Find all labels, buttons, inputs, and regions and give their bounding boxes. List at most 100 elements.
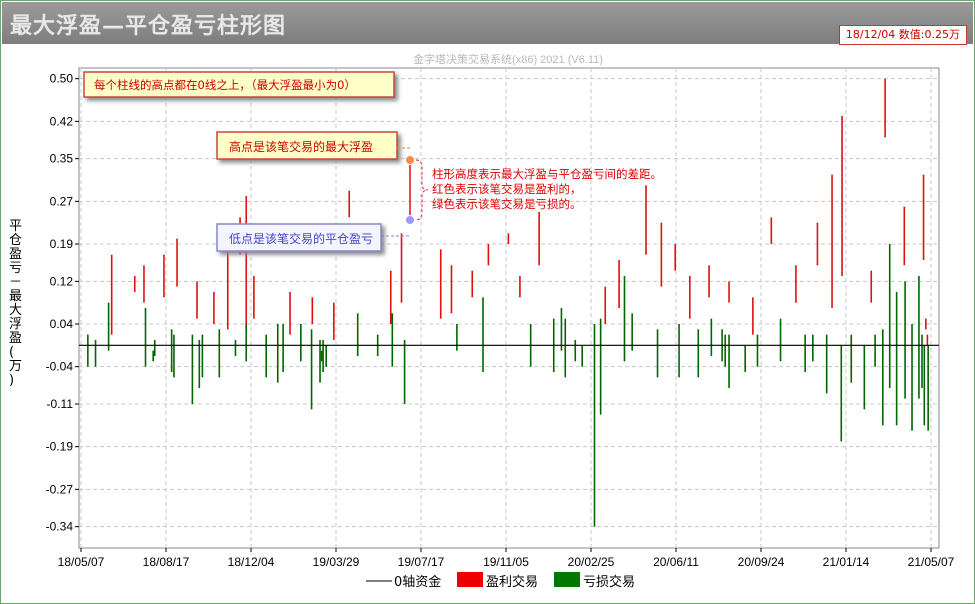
profit-bar[interactable]: [311, 297, 314, 324]
loss-bar[interactable]: [927, 345, 929, 431]
loss-bar[interactable]: [623, 276, 626, 362]
profit-bar[interactable]: [400, 233, 403, 303]
profit-bar[interactable]: [925, 318, 927, 330]
profit-bar[interactable]: [604, 286, 607, 324]
profit-bar[interactable]: [728, 281, 730, 303]
profit-bar[interactable]: [289, 292, 291, 335]
profit-bar[interactable]: [538, 212, 540, 266]
loss-bar[interactable]: [144, 308, 147, 367]
loss-bar[interactable]: [201, 334, 204, 378]
loss-bar[interactable]: [482, 297, 484, 372]
loss-bar[interactable]: [564, 318, 567, 378]
loss-bar[interactable]: [888, 244, 891, 388]
loss-bar[interactable]: [904, 281, 906, 399]
profit-bar[interactable]: [487, 244, 490, 266]
profit-bar[interactable]: [196, 281, 198, 319]
loss-bar[interactable]: [87, 334, 89, 367]
profit-bar[interactable]: [471, 270, 474, 298]
profit-bar[interactable]: [507, 233, 510, 244]
loss-bar[interactable]: [173, 334, 175, 378]
loss-bar[interactable]: [456, 324, 458, 351]
profit-bar[interactable]: [752, 297, 754, 335]
profit-bar[interactable]: [348, 190, 351, 218]
loss-bar[interactable]: [678, 324, 680, 378]
loss-bar[interactable]: [300, 324, 302, 362]
profit-bar[interactable]: [660, 222, 663, 287]
profit-bar[interactable]: [689, 276, 691, 319]
loss-bar[interactable]: [779, 318, 782, 362]
profit-bar[interactable]: [143, 265, 145, 303]
profit-bar[interactable]: [163, 254, 165, 298]
loss-bar[interactable]: [825, 334, 828, 394]
profit-bar[interactable]: [110, 254, 113, 335]
profit-bar[interactable]: [389, 270, 392, 324]
loss-bar[interactable]: [320, 350, 323, 362]
loss-bar[interactable]: [911, 324, 913, 431]
profit-bar[interactable]: [333, 302, 335, 340]
profit-bar[interactable]: [226, 238, 229, 330]
profit-bar[interactable]: [870, 270, 873, 303]
profit-bar[interactable]: [213, 292, 215, 324]
profit-bar[interactable]: [618, 260, 620, 308]
profit-bar[interactable]: [519, 276, 521, 298]
profit-bar[interactable]: [831, 174, 833, 308]
profit-bar[interactable]: [795, 265, 797, 303]
loss-bar[interactable]: [599, 318, 602, 415]
loss-bar[interactable]: [812, 334, 814, 362]
loss-bar[interactable]: [245, 324, 248, 362]
loss-bar[interactable]: [310, 329, 313, 410]
loss-bar[interactable]: [403, 340, 406, 404]
loss-bar[interactable]: [874, 334, 876, 367]
profit-bar[interactable]: [439, 249, 442, 319]
profit-bar[interactable]: [926, 334, 929, 346]
loss-bar[interactable]: [152, 350, 154, 362]
loss-bar[interactable]: [881, 329, 884, 426]
loss-bar[interactable]: [581, 345, 583, 367]
profit-bar[interactable]: [708, 265, 710, 298]
profit-bar[interactable]: [450, 265, 453, 314]
profit-bar[interactable]: [903, 206, 906, 266]
loss-bar[interactable]: [560, 308, 563, 351]
profit-bar[interactable]: [245, 196, 248, 330]
loss-bar[interactable]: [107, 302, 110, 351]
profit-bar[interactable]: [816, 222, 819, 266]
loss-bar[interactable]: [234, 340, 237, 356]
loss-bar[interactable]: [923, 345, 926, 426]
loss-bar[interactable]: [863, 345, 866, 410]
loss-bar[interactable]: [697, 329, 700, 378]
loss-bar[interactable]: [710, 318, 713, 356]
loss-bar[interactable]: [756, 334, 759, 367]
loss-bar[interactable]: [265, 334, 268, 378]
loss-bar[interactable]: [282, 324, 284, 372]
profit-bar[interactable]: [176, 238, 178, 287]
loss-bar[interactable]: [724, 334, 726, 367]
profit-bar[interactable]: [884, 78, 886, 138]
loss-bar[interactable]: [170, 329, 173, 372]
profit-bar[interactable]: [674, 244, 677, 271]
loss-bar[interactable]: [850, 334, 853, 383]
loss-bar[interactable]: [895, 292, 898, 426]
loss-bar[interactable]: [198, 340, 201, 388]
loss-bar[interactable]: [356, 313, 359, 356]
profit-bar[interactable]: [922, 174, 925, 260]
loss-bar[interactable]: [325, 345, 327, 367]
profit-bar[interactable]: [841, 116, 843, 276]
bar-chart[interactable]: 金字塔决策交易系统(x86) 2021 (V6.11) 0.50 0.42 0.35…: [0, 44, 975, 602]
profit-bar[interactable]: [133, 276, 136, 292]
profit-bar[interactable]: [253, 276, 255, 319]
loss-bar[interactable]: [921, 334, 923, 388]
loss-bar[interactable]: [656, 329, 659, 378]
profit-bar[interactable]: [645, 185, 647, 255]
loss-bar[interactable]: [276, 324, 279, 383]
loss-bar[interactable]: [574, 340, 577, 362]
profit-bar[interactable]: [770, 217, 773, 244]
loss-bar[interactable]: [94, 340, 97, 367]
loss-bar[interactable]: [918, 276, 920, 399]
loss-bar[interactable]: [840, 345, 843, 442]
loss-bar[interactable]: [728, 334, 730, 388]
loss-bar[interactable]: [744, 345, 746, 372]
loss-bar[interactable]: [391, 313, 394, 367]
loss-bar[interactable]: [153, 340, 156, 356]
loss-bar[interactable]: [218, 329, 221, 378]
loss-bar[interactable]: [804, 334, 806, 372]
